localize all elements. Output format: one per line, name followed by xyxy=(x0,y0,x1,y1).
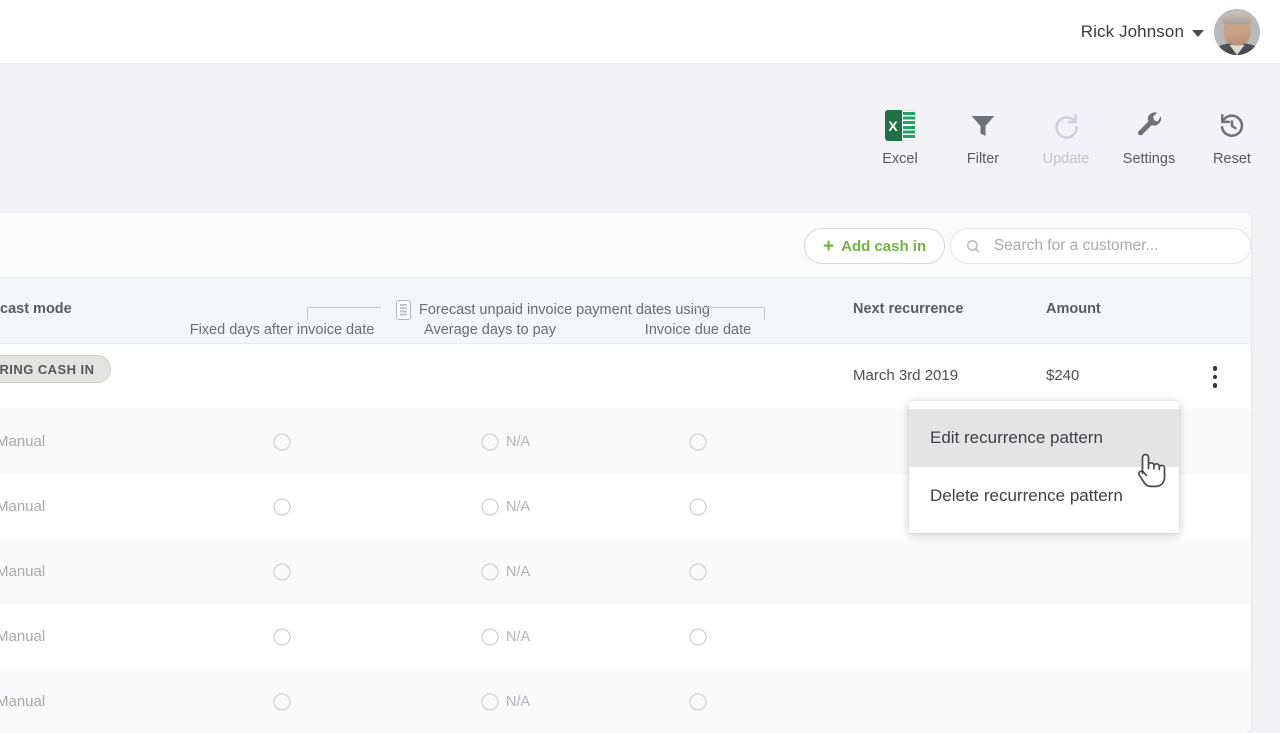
column-header-forecast-mode: cast mode xyxy=(0,301,72,317)
radio-fixed-days[interactable] xyxy=(273,628,291,645)
add-cash-in-button[interactable]: + Add cash in xyxy=(804,228,946,264)
radio-invoice-due-date[interactable] xyxy=(689,693,707,710)
recurring-cash-in-badge[interactable]: RECURRING CASH IN xyxy=(0,355,112,383)
manual-toggle-label: Manual xyxy=(0,433,46,450)
group-bracket-right xyxy=(691,307,765,320)
forecast-mode-toggle-group: Manual xyxy=(0,432,45,452)
forecast-group-label: Forecast unpaid invoice payment dates us… xyxy=(396,300,710,320)
column-header-invoice-due-date: Invoice due date xyxy=(644,322,752,338)
chevron-down-icon[interactable] xyxy=(1192,29,1204,37)
refresh-icon xyxy=(1051,109,1081,142)
search-icon xyxy=(967,239,980,253)
toolbar-item-update[interactable]: Update xyxy=(1042,109,1090,167)
top-bar: Rick Johnson xyxy=(0,0,1280,64)
toolbar-item-reset[interactable]: Reset xyxy=(1208,109,1256,167)
avatar[interactable] xyxy=(1214,9,1260,55)
search-box[interactable] xyxy=(950,228,1251,264)
recurrence-context-menu: Edit recurrence pattern Delete recurrenc… xyxy=(909,401,1179,533)
group-bracket-left xyxy=(307,307,381,320)
wrench-icon xyxy=(1134,109,1164,142)
average-days-na-label: N/A xyxy=(506,693,531,710)
average-days-na-label: N/A xyxy=(506,498,531,515)
invoice-document-icon xyxy=(396,300,411,320)
manual-toggle-label: Manual xyxy=(0,628,46,645)
search-input[interactable] xyxy=(991,236,1236,256)
user-name: Rick Johnson xyxy=(1080,22,1184,41)
manual-toggle-label: Manual xyxy=(0,563,46,580)
radio-average-days[interactable] xyxy=(481,433,499,450)
radio-average-days[interactable] xyxy=(481,693,499,710)
manual-toggle-label: Manual xyxy=(0,693,46,710)
radio-fixed-days[interactable] xyxy=(273,563,291,580)
forecast-mode-toggle-group: Manual xyxy=(0,692,45,712)
toolbar-item-settings[interactable]: Settings xyxy=(1122,109,1176,167)
user-menu[interactable]: Rick Johnson xyxy=(1081,0,1260,64)
toolbar-label-filter: Filter xyxy=(966,151,1000,167)
plus-icon: + xyxy=(823,235,835,257)
toolbar-label-reset: Reset xyxy=(1213,151,1251,167)
toolbar-item-filter[interactable]: Filter xyxy=(959,109,1007,167)
radio-average-days[interactable] xyxy=(481,563,499,580)
forecast-mode-toggle-group: Manual xyxy=(0,497,45,517)
toolbar: X Excel Filter Update Settings Reset xyxy=(876,109,1256,167)
avatar-hair xyxy=(1222,11,1252,25)
toolbar-strip: X Excel Filter Update Settings Reset xyxy=(0,65,1280,213)
more-vertical-icon[interactable] xyxy=(1203,362,1227,392)
card-action-bar: + Add cash in xyxy=(0,213,1251,277)
cell-next-recurrence: March 3rd 2019 xyxy=(853,367,959,384)
radio-fixed-days[interactable] xyxy=(273,433,291,450)
recurring-cash-in-label: RECURRING CASH IN xyxy=(0,361,95,377)
table-row: Manual N/A xyxy=(0,539,1251,604)
radio-invoice-due-date[interactable] xyxy=(689,563,707,580)
cell-amount: $240 xyxy=(1046,367,1080,384)
menu-item-delete-recurrence-pattern[interactable]: Delete recurrence pattern xyxy=(909,467,1179,525)
menu-item-edit-recurrence-pattern[interactable]: Edit recurrence pattern xyxy=(909,409,1179,467)
forecast-mode-toggle-group: Manual xyxy=(0,562,45,582)
manual-toggle-label: Manual xyxy=(0,498,46,515)
table-row: Manual N/A xyxy=(0,604,1251,669)
column-header-fixed-days: Fixed days after invoice date xyxy=(189,322,375,338)
add-cash-in-label: Add cash in xyxy=(841,237,927,255)
table-header: cast mode Forecast unpaid invoice paymen… xyxy=(0,277,1251,344)
column-header-next-recurrence: Next recurrence xyxy=(853,301,964,317)
average-days-na-label: N/A xyxy=(506,628,531,645)
radio-fixed-days[interactable] xyxy=(273,693,291,710)
radio-invoice-due-date[interactable] xyxy=(689,498,707,515)
average-days-na-label: N/A xyxy=(506,563,531,580)
radio-average-days[interactable] xyxy=(481,628,499,645)
column-header-amount: Amount xyxy=(1046,301,1101,317)
radio-average-days[interactable] xyxy=(481,498,499,515)
toolbar-label-update: Update xyxy=(1042,151,1090,167)
toolbar-label-excel: Excel xyxy=(882,151,918,167)
excel-icon: X xyxy=(884,109,916,142)
forecast-group-text: Forecast unpaid invoice payment dates us… xyxy=(419,302,710,318)
history-icon xyxy=(1217,109,1247,142)
column-header-average-days: Average days to pay xyxy=(424,322,556,338)
radio-invoice-due-date[interactable] xyxy=(689,628,707,645)
forecast-mode-toggle-group: Manual xyxy=(0,627,45,647)
toolbar-label-settings: Settings xyxy=(1122,151,1176,167)
filter-icon xyxy=(968,109,998,142)
app-root: Rick Johnson X Excel Filter Update Setti… xyxy=(0,0,1280,733)
radio-fixed-days[interactable] xyxy=(273,498,291,515)
recurring-group-row: RECURRING CASH IN March 3rd 2019 $240 xyxy=(0,344,1251,409)
average-days-na-label: N/A xyxy=(506,433,531,450)
radio-invoice-due-date[interactable] xyxy=(689,433,707,450)
toolbar-item-excel[interactable]: X Excel xyxy=(876,109,924,167)
table-row: Manual N/A xyxy=(0,669,1251,733)
